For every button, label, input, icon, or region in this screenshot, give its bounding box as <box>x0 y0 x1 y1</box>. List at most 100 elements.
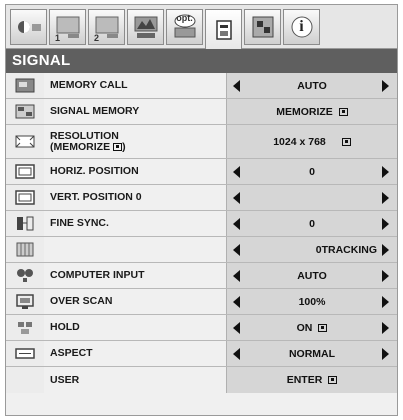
menu-row-user[interactable]: USER ENTER <box>6 367 397 393</box>
arrow-left-icon[interactable] <box>233 191 240 204</box>
horiz-position-icon <box>15 164 35 179</box>
arrow-right-icon[interactable] <box>382 321 389 334</box>
menu-label: (MEMORIZE <box>50 140 111 153</box>
info-tab-label: i <box>299 18 304 35</box>
image-select-icon <box>134 16 157 38</box>
tab-number: 1 <box>55 33 61 43</box>
menu-value: MEMORIZE <box>276 105 333 118</box>
tab-number: 2 <box>94 33 100 43</box>
arrow-right-icon[interactable] <box>382 269 389 282</box>
tab-image-1[interactable]: 1 <box>49 9 86 45</box>
arrow-right-icon[interactable] <box>382 217 389 230</box>
menu-label: RESOLUTION <box>50 129 119 142</box>
tab-option[interactable]: opt. <box>166 9 203 45</box>
memory-call-selector[interactable]: AUTO <box>226 73 397 98</box>
arrow-right-icon[interactable] <box>382 79 389 92</box>
enter-icon <box>113 143 123 151</box>
menu-label: MEMORY CALL <box>50 79 128 91</box>
menu-row-horiz-position[interactable]: HORIZ. POSITION 0 <box>6 159 397 185</box>
menu-value: AUTO <box>297 269 327 282</box>
menu-value: NORMAL <box>288 347 336 360</box>
menu-label <box>44 237 226 262</box>
vert-position-icon <box>15 190 35 205</box>
arrow-right-icon[interactable] <box>382 295 389 308</box>
enter-icon <box>328 376 338 384</box>
user-enter-button[interactable]: ENTER <box>226 367 397 393</box>
menu-label: HOLD <box>50 321 80 333</box>
horiz-position-slider[interactable]: 0 <box>226 159 397 184</box>
hold-icon <box>18 322 32 334</box>
menu-value: ON <box>296 321 313 334</box>
resolution-icon <box>15 135 35 148</box>
arrow-left-icon[interactable] <box>233 269 240 282</box>
close-paren: ) <box>122 140 126 153</box>
menu-label: HORIZ. POSITION <box>50 165 139 177</box>
menu-row-over-scan[interactable]: OVER SCAN 100% <box>6 289 397 315</box>
tab-setting[interactable] <box>244 9 281 45</box>
tab-image-select[interactable] <box>127 9 164 45</box>
menu-row-computer-input[interactable]: COMPUTER INPUT AUTO <box>6 263 397 289</box>
arrow-left-icon[interactable] <box>233 243 240 256</box>
menu-label-block: RESOLUTION (MEMORIZE) <box>44 125 226 158</box>
menu-value: 0 <box>309 165 315 178</box>
signal-menu-list: MEMORY CALL AUTO SIGNAL MEMORY MEMORIZE … <box>6 73 397 393</box>
menu-row-resolution[interactable]: RESOLUTION (MEMORIZE) 1024 x 768 <box>6 125 397 159</box>
menu-row-tracking[interactable]: 0TRACKING <box>6 237 397 263</box>
signal-memory-icon <box>15 104 35 119</box>
computer-input-selector[interactable]: AUTO <box>226 263 397 288</box>
user-icon-cell <box>6 367 44 393</box>
option-tab-label: opt. <box>176 13 193 23</box>
setting-icon <box>252 16 273 38</box>
menu-label: VERT. POSITION 0 <box>50 191 142 203</box>
menu-value: 0TRACKING <box>315 243 377 256</box>
tracking-icon <box>16 242 34 257</box>
menu-row-signal-memory[interactable]: SIGNAL MEMORY MEMORIZE <box>6 99 397 125</box>
menu-label: OVER SCAN <box>50 295 113 307</box>
arrow-left-icon[interactable] <box>233 217 240 230</box>
menu-row-memory-call[interactable]: MEMORY CALL AUTO <box>6 73 397 99</box>
menu-label: FINE SYNC. <box>50 217 109 229</box>
arrow-left-icon[interactable] <box>233 295 240 308</box>
menu-value: AUTO <box>297 79 327 92</box>
menu-row-fine-sync[interactable]: FINE SYNC. 0 <box>6 211 397 237</box>
menu-label: ASPECT <box>50 347 93 359</box>
tracking-slider[interactable]: 0TRACKING <box>226 237 397 262</box>
vert-position-slider[interactable] <box>226 185 397 210</box>
tab-picture-adjust[interactable] <box>10 9 47 45</box>
arrow-right-icon[interactable] <box>382 347 389 360</box>
computer-input-icon <box>17 269 33 282</box>
tab-signal[interactable] <box>205 9 242 49</box>
tab-image-2[interactable]: 2 <box>88 9 125 45</box>
fine-sync-icon <box>17 216 34 231</box>
arrow-left-icon[interactable] <box>233 321 240 334</box>
menu-label: COMPUTER INPUT <box>50 269 145 281</box>
section-title: SIGNAL <box>6 49 397 73</box>
enter-icon <box>338 107 348 116</box>
arrow-left-icon[interactable] <box>233 165 240 178</box>
arrow-right-icon[interactable] <box>382 165 389 178</box>
menu-label: SIGNAL MEMORY <box>50 105 140 117</box>
arrow-left-icon[interactable] <box>233 347 240 360</box>
memory-call-icon <box>15 78 35 93</box>
menu-value: 100% <box>298 295 326 308</box>
menu-row-aspect[interactable]: ASPECT NORMAL <box>6 341 397 367</box>
aspect-selector[interactable]: NORMAL <box>226 341 397 366</box>
signal-memory-button[interactable]: MEMORIZE <box>226 99 397 124</box>
menu-tab-strip: 1 2 opt. i <box>6 5 397 49</box>
aspect-icon <box>15 348 35 359</box>
signal-menu-panel: 1 2 opt. i SIGNAL MEMORY CALL AUTO SIGNA… <box>5 4 398 416</box>
resolution-button[interactable]: 1024 x 768 <box>226 125 397 158</box>
menu-row-vert-position[interactable]: VERT. POSITION 0 <box>6 185 397 211</box>
arrow-right-icon[interactable] <box>382 243 389 256</box>
menu-label: USER <box>50 373 80 386</box>
menu-row-hold[interactable]: HOLD ON <box>6 315 397 341</box>
tab-info[interactable]: i <box>283 9 320 45</box>
fine-sync-slider[interactable]: 0 <box>226 211 397 236</box>
arrow-right-icon[interactable] <box>382 191 389 204</box>
hold-selector[interactable]: ON <box>226 315 397 340</box>
picture-adjust-icon <box>17 21 41 33</box>
arrow-left-icon[interactable] <box>233 79 240 92</box>
over-scan-selector[interactable]: 100% <box>226 289 397 314</box>
over-scan-icon <box>16 294 34 309</box>
enter-icon <box>318 323 328 332</box>
